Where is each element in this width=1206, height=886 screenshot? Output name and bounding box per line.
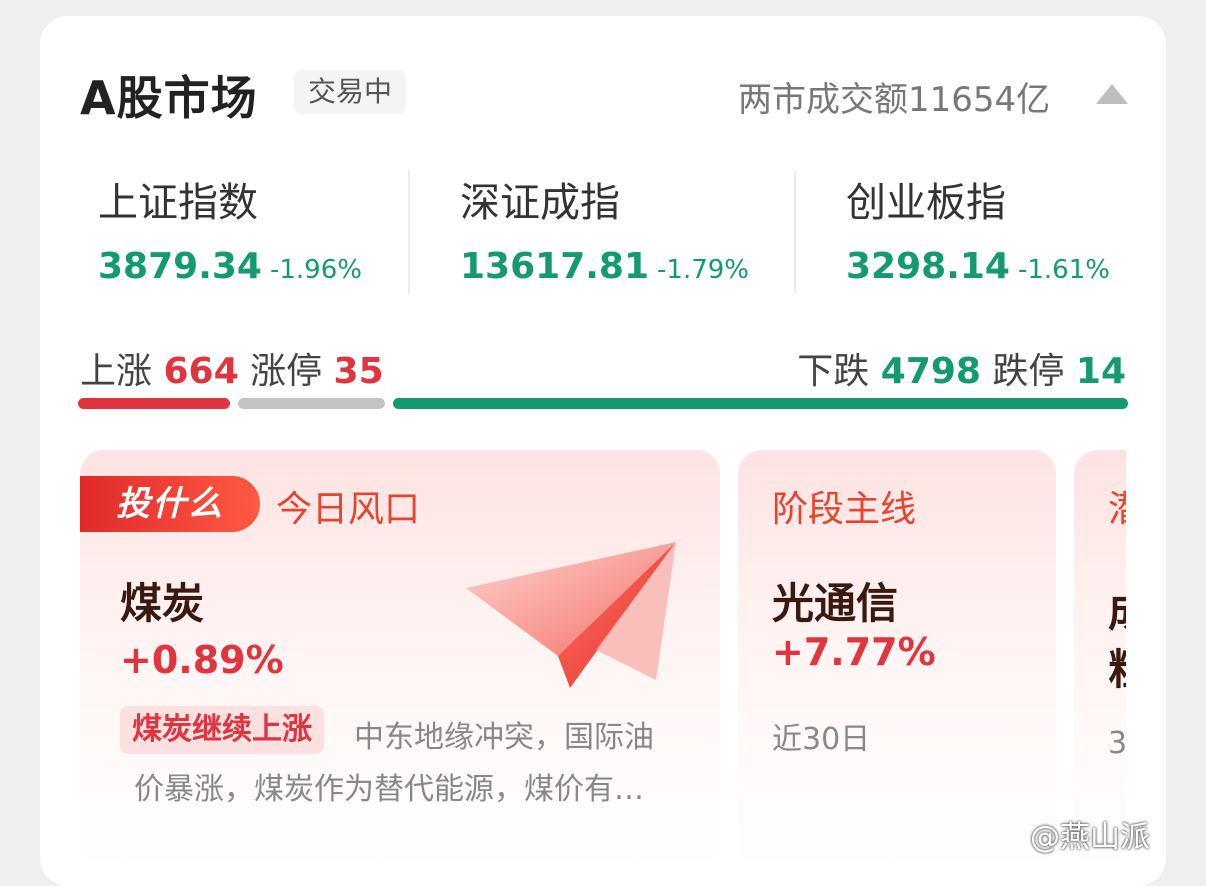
divider: [408, 170, 410, 294]
today-hotspot-card[interactable]: 投什么 今日风口 煤炭 +0.89% 煤炭继续上涨 中东地缘冲突，国际油 价暴涨…: [80, 450, 720, 870]
decline-stats: 下跌 4798 跌停 14: [797, 342, 1126, 394]
advance-stats: 上涨 664 涨停 35: [80, 342, 384, 394]
index-value: 13617.81: [460, 246, 650, 287]
index-name: 创业板指: [846, 180, 1006, 226]
decline-bar: [393, 398, 1128, 409]
invest-what-tag: 投什么: [80, 476, 260, 532]
limit-up-count: 35: [333, 351, 384, 392]
hotspot-heading: 今日风口: [276, 489, 421, 530]
trading-status-badge: 交易中: [294, 70, 407, 114]
collapse-caret-icon[interactable]: [1096, 84, 1128, 104]
sector-name: 光通信: [772, 579, 899, 628]
stage-heading: 阶段主线: [772, 489, 917, 530]
limit-down-label: 跌停: [992, 351, 1065, 392]
third-theme-card[interactable]: 潜 成 粗 3: [1074, 450, 1126, 870]
weibo-watermark: @燕山派: [1030, 820, 1150, 855]
index-change: -1.79%: [657, 255, 750, 285]
period-label: 近30日: [772, 722, 871, 757]
turnover-summary[interactable]: 两市成交额11654亿: [738, 72, 1050, 121]
up-count: 664: [163, 351, 239, 392]
third-line2-partial: 粗: [1108, 636, 1126, 697]
stage-theme-card[interactable]: 阶段主线 光通信 +7.77% 近30日: [738, 450, 1056, 870]
page-title: A股市场: [80, 71, 258, 125]
down-label: 下跌: [797, 351, 870, 392]
hotspot-desc-line1: 中东地缘冲突，国际油: [354, 720, 654, 755]
sector-name: 煤炭: [120, 579, 205, 628]
index-shanghai[interactable]: 上证指数 3879.34 -1.96%: [98, 170, 362, 287]
paper-plane-icon: [466, 542, 676, 688]
down-count: 4798: [880, 351, 981, 392]
sector-change: +0.89%: [120, 638, 284, 682]
limit-down-count: 14: [1075, 351, 1126, 392]
index-value: 3298.14: [846, 246, 1010, 287]
up-label: 上涨: [80, 351, 153, 392]
index-change: -1.96%: [269, 255, 362, 285]
index-chinext[interactable]: 创业板指 3298.14 -1.61%: [846, 170, 1110, 287]
hotspot-desc-line2: 价暴涨，煤炭作为替代能源，煤价有…: [134, 772, 644, 807]
third-line3-partial: 3: [1108, 726, 1126, 761]
index-name: 上证指数: [98, 180, 258, 226]
index-shenzhen[interactable]: 深证成指 13617.81 -1.79%: [460, 170, 749, 287]
third-heading-partial: 潜: [1108, 480, 1126, 532]
sector-change: +7.77%: [772, 630, 936, 674]
divider: [794, 170, 796, 294]
index-value: 3879.34: [98, 246, 262, 287]
index-name: 深证成指: [460, 180, 620, 226]
third-line1-partial: 成: [1108, 578, 1126, 639]
flat-bar: [238, 398, 385, 409]
hotspot-tag-chip: 煤炭继续上涨: [120, 706, 324, 754]
advance-bar: [78, 398, 230, 409]
limit-up-label: 涨停: [250, 351, 323, 392]
index-change: -1.61%: [1017, 255, 1110, 285]
